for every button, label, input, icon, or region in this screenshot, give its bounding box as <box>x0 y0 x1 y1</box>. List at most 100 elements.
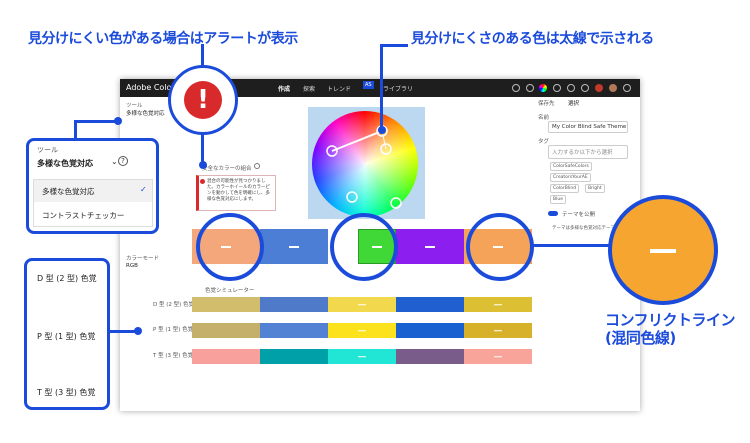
conflict-marker <box>494 355 502 358</box>
tools-panel: ツール 多様な色覚対応 ⌄ ? 多様な色覚対応 ✓ コントラストチェッカー <box>26 138 159 234</box>
tools-menu-item-label: コントラストチェッカー <box>42 211 125 220</box>
tools-menu: 多様な色覚対応 ✓ コントラストチェッカー <box>33 179 153 227</box>
main-swatch-4[interactable] <box>396 229 464 264</box>
apps-icon[interactable] <box>581 84 589 92</box>
conflict-line-mark <box>650 249 676 253</box>
sim-swatch <box>464 323 532 338</box>
tag-chip-3[interactable]: ColorBlind <box>550 184 580 193</box>
publish-label: テーマを公開 <box>562 212 596 218</box>
tag-chip-4[interactable]: Bright <box>585 184 605 193</box>
vision-type-p: P 型 (1 型) 色覚 <box>37 332 96 341</box>
simulator-label: 色覚シミュレーター <box>205 288 255 294</box>
alert-connector <box>201 44 204 66</box>
pin-4 <box>346 191 358 203</box>
tag-chip-2[interactable]: CreatorsYourAE <box>550 173 591 182</box>
brand-name: Adobe Color <box>126 83 175 92</box>
tools-connector-h <box>74 120 118 123</box>
tools-connector <box>74 120 77 140</box>
tab-library[interactable]: ライブラリ <box>383 84 413 93</box>
color-wheel-icon[interactable] <box>539 84 547 92</box>
name-label: 名前 <box>538 115 550 121</box>
tab-explore[interactable]: 探索 <box>303 84 315 93</box>
tab-create[interactable]: 作成 <box>278 84 290 93</box>
wheel-pins[interactable] <box>312 111 418 217</box>
conflict-line-subtitle: (混同色線) <box>605 329 676 347</box>
tools-panel-label: ツール <box>37 146 58 154</box>
sim-swatch <box>396 323 464 338</box>
tools-connector-dot <box>114 117 122 125</box>
sim-swatch <box>192 297 260 312</box>
sim-row-label-t: T 型 (3 型) 色覚 <box>153 353 194 359</box>
tag-chip-5[interactable]: Blue <box>550 195 566 204</box>
sim-swatch <box>464 349 532 364</box>
tag-label: タグ <box>538 139 550 145</box>
tag-chip-1[interactable]: ColorSafeColors <box>550 162 592 171</box>
publish-toggle[interactable] <box>548 211 558 216</box>
alert-magnifier: ! <box>168 65 238 135</box>
tab-trends[interactable]: トレンド <box>327 84 351 93</box>
save-to-select[interactable]: 選択 <box>568 99 579 107</box>
pin-5 <box>390 197 402 209</box>
thick-line-connector-h <box>380 44 408 47</box>
sim-swatch <box>328 297 396 312</box>
tools-menu-item-contrast[interactable]: コントラストチェッカー <box>34 204 152 226</box>
settings-icon[interactable] <box>512 84 520 92</box>
sim-row-label-p: P 型 (1 型) 色覚 <box>153 327 194 333</box>
highlight-ring-3 <box>330 213 398 281</box>
sim-swatch <box>328 349 396 364</box>
tools-panel-selected[interactable]: 多様な色覚対応 <box>37 158 93 169</box>
tag-input[interactable]: 入力するか以下から選択 <box>548 145 628 159</box>
more-icon[interactable] <box>623 84 631 92</box>
alert-message: 混合の可能性が見つかりました。カラーホイールのカラーピンを動かして色を明確にし、… <box>207 179 270 203</box>
vision-type-d: D 型 (2 型) 色覚 <box>37 274 97 283</box>
name-field[interactable]: My Color Blind Safe Theme <box>548 121 628 133</box>
highlight-ring-5 <box>466 213 534 281</box>
vision-type-t: T 型 (3 型) 色覚 <box>37 388 96 397</box>
alert-callout-title: 見分けにくい色がある場合はアラートが表示 <box>28 31 298 47</box>
highlight-ring-1 <box>196 213 264 281</box>
save-to-label: 保存先 <box>538 101 555 107</box>
tools-menu-item-label: 多様な色覚対応 <box>42 187 95 196</box>
conflict-marker <box>358 329 366 332</box>
conflict-marker <box>494 303 502 306</box>
alert-icon: ! <box>184 81 222 119</box>
notification-icon[interactable] <box>595 84 603 92</box>
sim-swatch <box>464 297 532 312</box>
conflict-marker <box>494 329 502 332</box>
help-icon[interactable] <box>526 84 534 92</box>
thick-line-connector-v <box>380 44 383 128</box>
conflict-alert-box: 混合の可能性が見つかりました。カラーホイールのカラーピンを動かして色を明確にし、… <box>196 175 276 211</box>
main-swatch-2[interactable] <box>260 229 328 264</box>
tab-badge: AS <box>363 81 374 89</box>
tools-dropdown[interactable]: 多様な色覚対応 <box>126 109 165 117</box>
checkmark-icon: ✓ <box>140 185 147 194</box>
safe-combo-heading: 安全なカラーの組合 <box>202 166 252 172</box>
layers-icon[interactable] <box>553 84 561 92</box>
alert-dot-icon <box>200 179 205 184</box>
color-mode-label: カラーモード <box>126 256 160 262</box>
conflict-line-magnifier <box>608 195 718 305</box>
color-mode-select[interactable]: RGB <box>126 263 138 269</box>
avatar[interactable] <box>609 84 617 92</box>
conflict-connector <box>533 244 613 247</box>
chevron-down-icon[interactable]: ⌄ <box>111 157 118 166</box>
conflict-thick-line <box>331 130 383 152</box>
info-icon[interactable] <box>254 163 260 169</box>
tools-menu-item-selected[interactable]: 多様な色覚対応 ✓ <box>34 180 152 202</box>
conflict-marker <box>358 303 366 306</box>
help-icon[interactable]: ? <box>118 156 128 166</box>
alert-connector-dot <box>199 161 207 169</box>
sim-swatch <box>396 297 464 312</box>
sim-swatch <box>192 349 260 364</box>
thick-line-callout-title: 見分けにくさのある色は太線で示される <box>411 31 654 47</box>
chat-icon[interactable] <box>567 84 575 92</box>
sim-swatch <box>192 323 260 338</box>
sim-swatch <box>396 349 464 364</box>
tools-label: ツール <box>126 103 143 109</box>
sim-swatch <box>328 323 396 338</box>
sim-swatch <box>260 349 328 364</box>
conflict-marker <box>358 355 366 358</box>
sim-swatch <box>260 297 328 312</box>
sim-row-label-d: D 型 (2 型) 色覚 <box>153 302 195 308</box>
alert-connector-down <box>201 134 204 164</box>
